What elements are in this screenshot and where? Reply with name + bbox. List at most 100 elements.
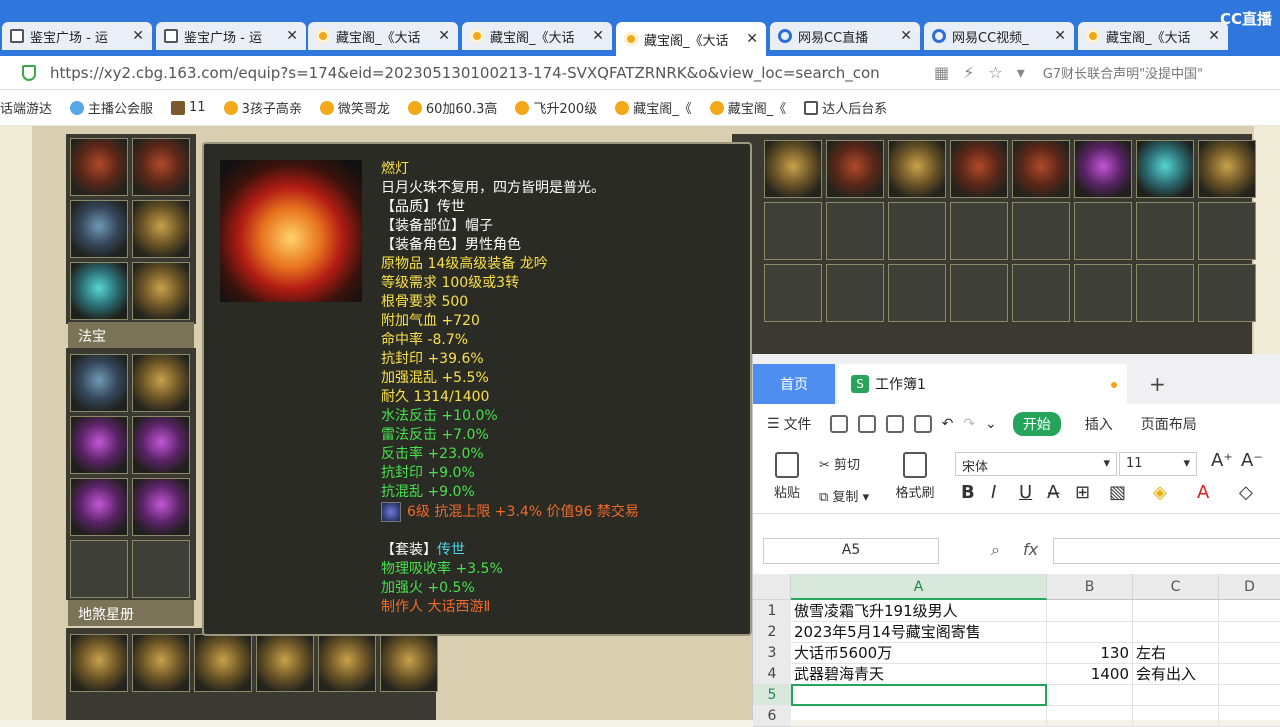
fill-color-icon[interactable]: ◈ [1153, 482, 1167, 503]
grid-cell[interactable]: 武器碧海青天 [791, 663, 1047, 685]
grid-cell[interactable]: 左右 [1133, 642, 1219, 664]
grid-cell[interactable]: 130 [1047, 642, 1133, 664]
name-box[interactable]: A5 [763, 538, 939, 564]
copy-button[interactable]: ⧉ 复制 ▾ [819, 486, 869, 505]
item-slot[interactable] [1136, 140, 1194, 198]
empty-slot[interactable] [950, 202, 1008, 260]
empty-slot[interactable] [950, 264, 1008, 322]
empty-slot[interactable] [764, 264, 822, 322]
empty-slot[interactable] [70, 540, 128, 598]
item-slot[interactable] [1074, 140, 1132, 198]
close-icon[interactable]: ✕ [438, 28, 450, 44]
browser-tab[interactable]: 藏宝阁_《大话 ✕ [462, 22, 612, 50]
font-size-select[interactable]: 11 ▾ [1119, 452, 1197, 476]
font-color-icon[interactable]: A [1197, 482, 1209, 503]
item-slot[interactable] [70, 200, 128, 258]
item-slot[interactable] [70, 138, 128, 196]
grid-cell[interactable] [1219, 684, 1280, 706]
column-header[interactable]: D [1219, 574, 1280, 600]
row-header[interactable]: 2 [753, 621, 791, 643]
close-icon[interactable]: ✕ [286, 28, 298, 44]
url-input[interactable]: https://xy2.cbg.163.com/equip?s=174&eid=… [50, 64, 920, 82]
item-slot[interactable] [132, 354, 190, 412]
close-icon[interactable]: ✕ [746, 31, 758, 47]
menu-file[interactable]: 文件 [784, 414, 812, 434]
grid-cell[interactable] [1219, 600, 1280, 622]
row-header[interactable]: 1 [753, 600, 791, 622]
empty-slot[interactable] [764, 202, 822, 260]
security-shield-icon[interactable] [22, 64, 36, 81]
grid-cell[interactable]: 1400 [1047, 663, 1133, 685]
empty-slot[interactable] [1012, 264, 1070, 322]
empty-slot[interactable] [1198, 202, 1256, 260]
browser-tab[interactable]: 鉴宝广场 - 运 ✕ [2, 22, 152, 50]
item-slot[interactable] [132, 634, 190, 692]
grid-cell[interactable] [1133, 600, 1219, 622]
item-slot[interactable] [132, 478, 190, 536]
decrease-font-icon[interactable]: A⁻ [1241, 450, 1263, 471]
fx-icon[interactable]: fx [1023, 540, 1038, 559]
item-slot[interactable] [70, 354, 128, 412]
bookmark-item[interactable]: 11 [171, 100, 206, 115]
item-slot[interactable] [132, 416, 190, 474]
grid-cell[interactable] [1047, 684, 1133, 706]
grid-cell[interactable] [1219, 663, 1280, 685]
grid-cell[interactable] [1219, 705, 1280, 727]
item-slot[interactable] [70, 416, 128, 474]
close-icon[interactable]: ✕ [1208, 28, 1220, 44]
bold-icon[interactable]: B [961, 482, 975, 503]
item-slot[interactable] [70, 262, 128, 320]
cut-button[interactable]: ✂ 剪切 [819, 454, 860, 473]
paste-button[interactable]: 粘贴 [767, 452, 807, 501]
fill-pattern-icon[interactable]: ▧ [1109, 482, 1126, 503]
bookmark-item[interactable]: 达人后台系 [804, 98, 887, 117]
item-slot[interactable] [1198, 140, 1256, 198]
grid-cell[interactable]: 2023年5月14号藏宝阁寄售 [791, 621, 1047, 643]
bookmark-item[interactable]: 藏宝阁_《 [615, 98, 692, 117]
item-slot[interactable] [70, 478, 128, 536]
empty-slot[interactable] [888, 264, 946, 322]
item-slot[interactable] [256, 634, 314, 692]
item-slot[interactable] [950, 140, 1008, 198]
grid-cell[interactable]: 大话币5600万 [791, 642, 1047, 664]
empty-slot[interactable] [888, 202, 946, 260]
browser-tab[interactable]: 藏宝阁_《大话 ✕ [616, 22, 766, 56]
selected-cell-a5[interactable] [791, 684, 1047, 706]
item-slot[interactable] [318, 634, 376, 692]
select-all-corner[interactable] [753, 574, 791, 600]
formula-input[interactable] [1053, 538, 1280, 564]
strikethrough-icon[interactable]: A̶ [1047, 482, 1059, 503]
chevron-down-icon[interactable]: ▾ [1017, 63, 1025, 82]
empty-slot[interactable] [1012, 202, 1070, 260]
grid-icon[interactable]: ▦ [934, 63, 949, 82]
bookmark-item[interactable]: 话端游达 [0, 98, 52, 117]
font-family-select[interactable]: 宋体 ▾ [955, 452, 1117, 476]
grid-cell[interactable] [1133, 621, 1219, 643]
grid-cell[interactable] [1047, 621, 1133, 643]
save-icon[interactable] [829, 415, 848, 433]
border-icon[interactable]: ⊞ [1075, 482, 1090, 503]
column-header[interactable]: C [1133, 574, 1219, 600]
preview-icon[interactable] [913, 415, 932, 433]
italic-icon[interactable]: I [991, 482, 996, 503]
news-notice[interactable]: G7财长联合声明"没提中国" [1043, 63, 1203, 82]
zoom-search-icon[interactable]: ⌕ [991, 540, 1000, 560]
new-tab-plus-icon[interactable]: + [1149, 372, 1166, 396]
grid-cell[interactable] [1133, 705, 1219, 727]
star-bookmark-icon[interactable]: ☆ [988, 63, 1002, 82]
item-slot[interactable] [132, 138, 190, 196]
item-slot[interactable] [194, 634, 252, 692]
close-icon[interactable]: ✕ [592, 28, 604, 44]
bookmark-item[interactable]: 飞升200级 [515, 98, 597, 117]
browser-tab[interactable]: 网易CC视频_ ✕ [924, 22, 1074, 50]
close-icon[interactable]: ✕ [900, 28, 912, 44]
empty-slot[interactable] [1136, 264, 1194, 322]
browser-tab[interactable]: 鉴宝广场 - 运 ✕ [156, 22, 306, 50]
close-icon[interactable]: ✕ [1054, 28, 1066, 44]
menu-insert[interactable]: 插入 [1085, 414, 1113, 434]
row-header[interactable]: 4 [753, 663, 791, 685]
empty-slot[interactable] [132, 540, 190, 598]
grid-cell[interactable]: 傲雪凌霜飞升191级男人 [791, 600, 1047, 622]
lightning-icon[interactable]: ⚡ [963, 63, 974, 82]
bookmark-item[interactable]: 微笑哥龙 [319, 98, 390, 117]
